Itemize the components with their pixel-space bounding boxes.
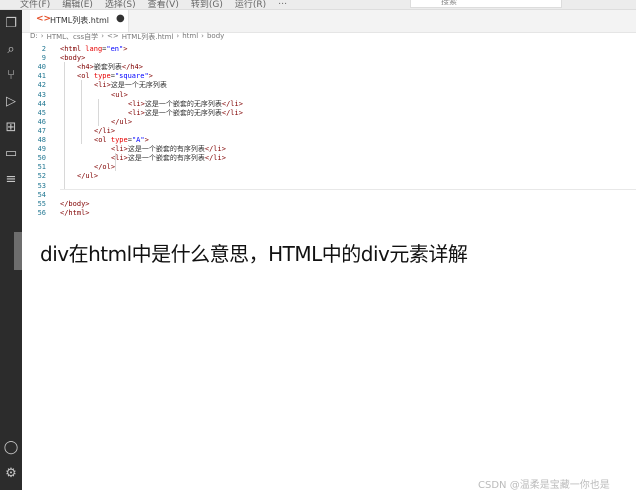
article-title-overlay: div在html中是什么意思，HTML中的div元素详解	[40, 242, 468, 266]
extensions-icon[interactable]: ⊞	[3, 120, 19, 136]
indent-guide	[81, 80, 82, 145]
menu-item[interactable]: 编辑(E)	[62, 0, 93, 10]
code-token: <body>	[60, 54, 86, 63]
indent-guide	[98, 98, 99, 126]
remote-explorer-icon[interactable]: ▭	[3, 146, 19, 162]
code-token: 这是一个嵌套的有序列表	[127, 154, 205, 163]
code-text: </html>	[60, 208, 90, 218]
menu-item[interactable]: 文件(F)	[20, 0, 50, 10]
code-token: <li>	[94, 81, 111, 90]
code-token: <html	[60, 45, 86, 53]
menu-item[interactable]: 查看(V)	[148, 0, 179, 10]
search-icon[interactable]: ⌕	[3, 42, 19, 58]
code-token: <li>	[111, 154, 128, 163]
code-token: </body>	[60, 199, 90, 208]
indent-guide	[115, 153, 116, 172]
source-control-icon[interactable]: ⑂	[3, 68, 19, 84]
code-token: >	[144, 136, 149, 144]
title-bar: 文件(F) 编辑(E) 选择(S) 查看(V) 转到(G) 运行(R) … 搜索	[0, 0, 636, 10]
code-token: >	[123, 45, 128, 53]
code-line[interactable]: 56 </html>	[22, 208, 636, 218]
menu-item[interactable]: 转到(G)	[191, 0, 223, 10]
code-token: 这是一个嵌套的无序列表	[144, 108, 222, 117]
code-token: <ol	[77, 72, 94, 81]
code-token: </ul>	[111, 117, 133, 126]
tab-label: HTML列表.html	[50, 16, 110, 25]
menu-item[interactable]: …	[278, 0, 287, 10]
code-token: lang	[85, 45, 103, 53]
line-number: 56	[37, 208, 46, 217]
code-token: <li>	[128, 108, 145, 117]
account-icon[interactable]: ◯	[3, 440, 19, 456]
code-token: 这是一个嵌套的有序列表	[127, 145, 205, 154]
code-token: 嵌套列表	[93, 63, 122, 72]
explorer-icon[interactable]: ❐	[3, 16, 19, 32]
code-token: "A"	[131, 136, 145, 144]
code-token: </li>	[94, 126, 116, 135]
code-token: "square"	[114, 72, 149, 81]
code-token: <h4>	[77, 63, 94, 72]
code-token: </li>	[221, 99, 243, 108]
code-token: </li>	[204, 145, 226, 154]
current-line-highlight	[60, 188, 636, 190]
code-token: >	[148, 72, 153, 81]
code-token: <ul>	[111, 90, 128, 99]
code-token: type	[93, 72, 111, 81]
html-file-icon: <>	[36, 14, 52, 24]
code-token: 这是一个嵌套的无序列表	[144, 99, 222, 108]
code-token: type	[110, 136, 128, 144]
code-token: </li>	[221, 108, 243, 117]
code-token: </html>	[60, 208, 90, 217]
code-token: 这是一个无序列表	[110, 81, 167, 90]
code-token: </li>	[204, 154, 226, 163]
menu-item[interactable]: 选择(S)	[105, 0, 136, 10]
code-token: </h4>	[121, 63, 143, 72]
terminal-icon[interactable]: ≡	[3, 172, 19, 188]
editor-tabs: <> HTML列表.html ●	[22, 10, 636, 33]
indent-guide	[64, 62, 65, 190]
run-debug-icon[interactable]: ▷	[3, 94, 19, 110]
tab-html-list[interactable]: <> HTML列表.html ●	[30, 10, 129, 32]
code-token: </ol>	[94, 163, 116, 172]
settings-gear-icon[interactable]: ⚙	[3, 466, 19, 482]
search-label: 搜索	[441, 0, 457, 6]
code-token: "en"	[106, 45, 124, 53]
code-token: <li>	[128, 99, 145, 108]
code-token: <ol	[94, 136, 111, 144]
menu-bar: 文件(F) 编辑(E) 选择(S) 查看(V) 转到(G) 运行(R) …	[20, 0, 287, 10]
left-edge-bar	[14, 232, 22, 270]
menu-item[interactable]: 运行(R)	[235, 0, 266, 10]
search-box[interactable]: 搜索	[410, 0, 562, 8]
code-token: </ul>	[77, 172, 99, 181]
code-token: <li>	[111, 145, 128, 154]
unsaved-dot-icon[interactable]: ●	[116, 13, 125, 24]
watermark: CSDN @温柔是宝藏一你也是	[478, 480, 610, 491]
